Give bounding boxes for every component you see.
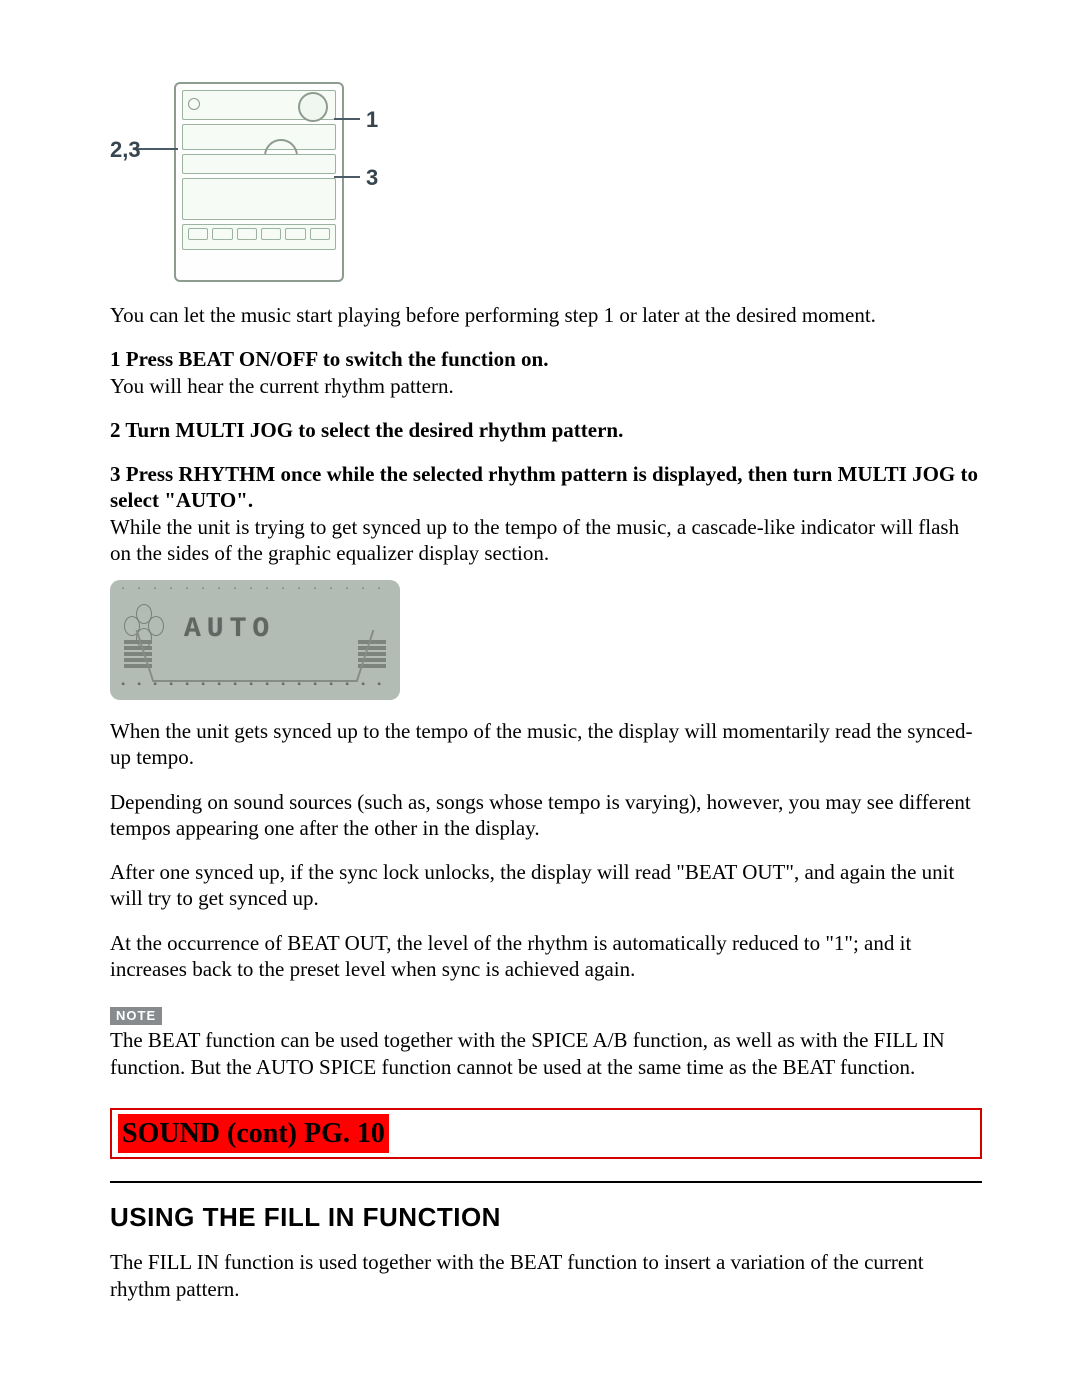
section-banner: SOUND (cont) PG. 10 <box>110 1108 982 1159</box>
fill-in-heading: USING THE FILL IN FUNCTION <box>110 1201 982 1234</box>
leader-line <box>334 118 360 120</box>
manual-page: 1 2,3 3 You can let the music start play… <box>0 0 1080 1400</box>
section-banner-text: SOUND (cont) PG. 10 <box>118 1114 389 1153</box>
stereo-diagram: 1 2,3 3 <box>118 82 388 292</box>
p-fillin: The FILL IN function is used together wi… <box>110 1249 982 1302</box>
callout-1: 1 <box>366 106 378 134</box>
callout-3: 3 <box>366 164 378 192</box>
step1-body: You will hear the current rhythm pattern… <box>110 374 454 398</box>
stereo-body <box>174 82 344 282</box>
p-synced: When the unit gets synced up to the temp… <box>110 718 982 771</box>
leader-line <box>136 148 178 150</box>
callout-2-3: 2,3 <box>110 136 141 164</box>
p-varying: Depending on sound sources (such as, son… <box>110 789 982 842</box>
step2-heading: 2 Turn MULTI JOG to select the desired r… <box>110 417 982 443</box>
intro-text: You can let the music start playing befo… <box>110 302 982 328</box>
step3-heading: 3 Press RHYTHM once while the selected r… <box>110 462 978 512</box>
p-beatout-1: After one synced up, if the sync lock un… <box>110 859 982 912</box>
note-text: The BEAT function can be used together w… <box>110 1028 945 1078</box>
section-rule <box>110 1181 982 1183</box>
auto-display-figure: · · · · · · · · · · · · · · · · · · · · … <box>110 580 400 700</box>
p-beatout-2: At the occurrence of BEAT OUT, the level… <box>110 930 982 983</box>
note-badge: NOTE <box>110 1007 162 1025</box>
step1-heading: 1 Press BEAT ON/OFF to switch the functi… <box>110 347 549 371</box>
step3-body: While the unit is trying to get synced u… <box>110 515 959 565</box>
leader-line <box>334 176 360 178</box>
